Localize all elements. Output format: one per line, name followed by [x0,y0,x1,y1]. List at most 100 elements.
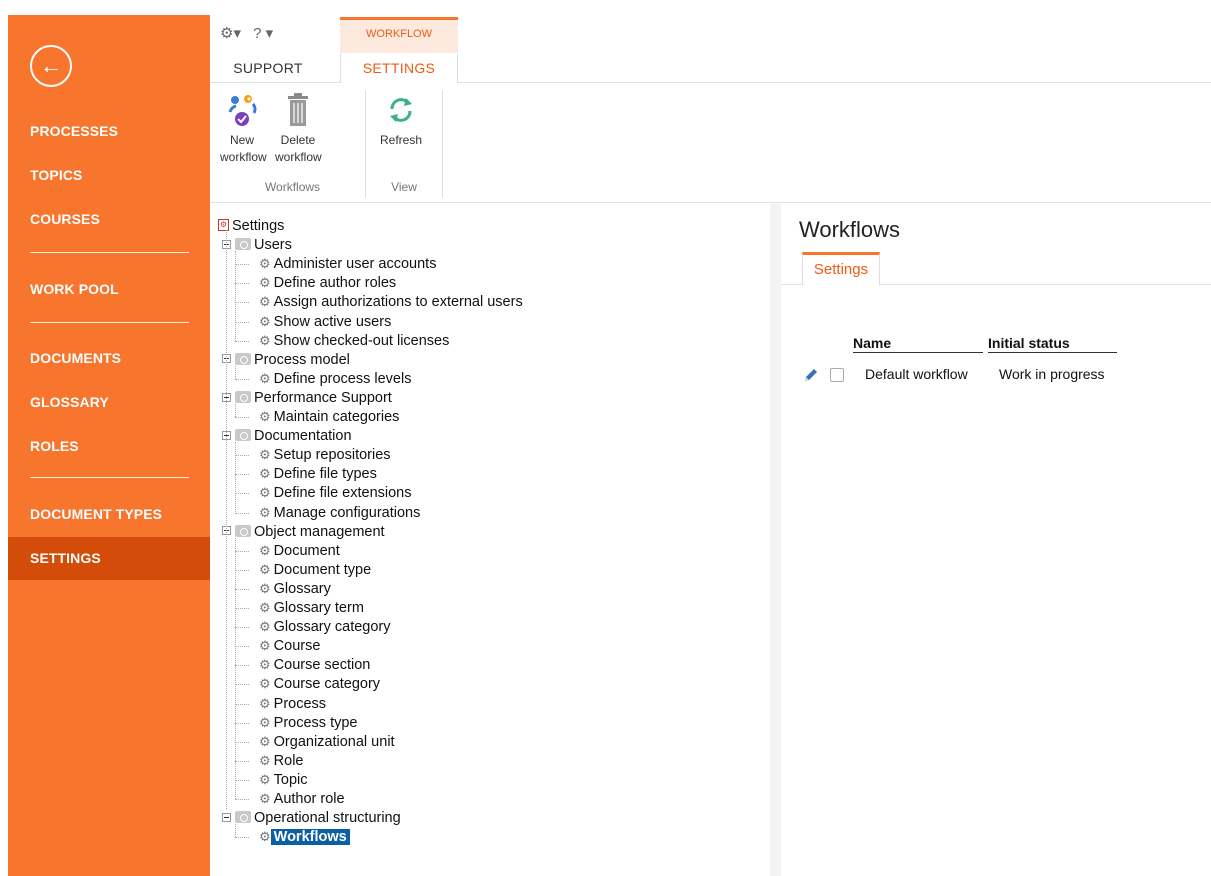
tree-item-label: Document type [273,561,372,578]
gear-icon: ⚙ [259,504,271,520]
refresh-label: Refresh [379,133,423,147]
tree-item-label: Show checked-out licenses [273,332,450,349]
back-arrow-icon[interactable]: ← [30,45,72,87]
gear-icon: ⚙ [259,733,271,749]
nav-divider [30,477,189,478]
gear-icon: ⚙ [259,580,271,596]
gear-icon: ⚙ [259,485,271,501]
tree-item[interactable]: ⚙ Process type [259,714,357,733]
settings-root-icon: ⚙ [218,219,229,232]
tree-item-label: Process [273,695,327,712]
help-dropdown-icon[interactable]: ? ▾ [253,25,273,42]
edit-pencil-icon[interactable] [803,367,819,383]
tree-item-label: Maintain categories [273,409,400,425]
tree-item[interactable]: ⚙ Show active users [259,313,391,332]
tree-item[interactable]: ⚙ Glossary category [259,618,391,637]
tree-folder[interactable]: Users [222,236,292,255]
tree-item[interactable]: ⚙ Define file types [259,465,377,484]
tree-item-label: Administer user accounts [273,256,437,273]
gear-icon: ⚙ [259,791,271,806]
nav-item-processes[interactable]: PROCESSES [8,113,210,149]
nav-item-topics[interactable]: TOPICS [8,157,210,193]
tree-item-selected: Workflows [270,829,350,846]
page-title: Workflows [799,217,901,242]
tree-item[interactable]: ⚙ Administer user accounts [259,255,436,274]
tree-folder-label: Users [254,237,292,254]
nav-item-roles[interactable]: ROLES [8,428,210,464]
tree-item-label: Organizational unit [273,733,395,750]
gear-dropdown-icon[interactable]: ⚙▾ [220,25,241,42]
collapse-icon[interactable] [222,812,231,822]
gear-icon: ⚙ [259,466,271,482]
nav-item-settings[interactable]: SETTINGS [8,537,210,580]
tree-item[interactable]: ⚙ Author role [259,790,345,809]
tree-item[interactable]: ⚙ Course [259,637,320,656]
tree-item-label: Define file types [273,466,377,483]
cell-initial-status: Work in progress [999,366,1105,382]
tree-item[interactable]: ⚙ Assign authorizations to external users [259,293,523,312]
tree-item[interactable]: ⚙ Document type [259,561,371,580]
tree-item[interactable]: ⚙ Role [259,752,303,771]
nav-divider [30,252,189,253]
nav-item-courses[interactable]: COURSES [8,201,210,237]
refresh-icon [390,98,412,122]
tab-settings[interactable]: SETTINGS [340,54,458,83]
tree-item[interactable]: ⚙ Topic [259,771,308,790]
tree-item[interactable]: ⚙ Course category [259,675,380,694]
tree-item[interactable]: ⚙ Show checked-out licenses [259,332,449,351]
column-header-name[interactable]: Name [853,335,983,353]
row-checkbox[interactable] [830,368,844,382]
ribbon: ⚙▾ ? ▾ WORKFLOW SUPPORT SETTINGS New wor… [210,0,1211,203]
cell-name[interactable]: Default workflow [865,366,968,382]
tree-item[interactable]: ⚙ Process [259,695,326,714]
gear-icon: ⚙ [259,256,271,272]
panel-splitter[interactable] [770,204,781,876]
gear-icon: ⚙ [259,657,271,673]
folder-icon [235,238,251,251]
nav-item-document-types[interactable]: DOCUMENT TYPES [8,496,210,532]
gear-icon: ⚙ [259,294,271,310]
tree-item[interactable]: ⚙ Define process levels [259,370,411,389]
tree-item[interactable]: ⚙ Define author roles [259,274,396,293]
new-workflow-button[interactable]: New workflow [220,92,267,166]
tree-item-label: Define author roles [273,275,397,292]
group-label-view: View [391,180,417,194]
tree-item-label: Course category [273,676,381,693]
tree-folder[interactable]: Object management [222,523,385,542]
tree-item[interactable]: ⚙ Define file extensions [259,484,411,503]
tree-item-label: Define file extensions [273,485,412,502]
tree-item-label: Glossary term [273,600,364,616]
tree-folder[interactable]: Documentation [222,427,352,446]
tab-settings-sub[interactable]: Settings [802,252,880,285]
column-header-initial-status[interactable]: Initial status [988,335,1117,353]
tree-item[interactable]: ⚙ Workflows [259,828,350,847]
refresh-button[interactable]: Refresh [376,92,426,149]
tab-support[interactable]: SUPPORT [220,54,316,83]
tree-folder[interactable]: Process model [222,351,350,370]
tree-item[interactable]: ⚙ Document [259,542,340,561]
tree-folder-label: Process model [254,351,350,368]
tree-root[interactable]: ⚙ Settings [218,217,284,236]
settings-tree: ⚙ Settings Users ⚙ Administer user accounts ⚙… [218,217,768,867]
gear-icon: ⚙ [259,542,271,558]
nav-item-work-pool[interactable]: WORK POOL [8,271,210,307]
tree-item-label: Assign authorizations to external users [273,294,523,311]
tree-item[interactable]: ⚙ Glossary term [259,599,364,618]
tree-folder-label: Object management [254,523,385,540]
gear-icon: ⚙ [259,714,271,730]
tree-item-label: Show active users [273,313,392,330]
delete-workflow-button[interactable]: Delete workflow [275,92,322,166]
tree-item-label: Role [273,752,304,769]
tree-item[interactable]: ⚙ Setup repositories [259,446,391,465]
tree-item[interactable]: ⚙ Course section [259,656,370,675]
tree-folder[interactable]: Operational structuring [222,809,401,828]
nav-item-glossary[interactable]: GLOSSARY [8,384,210,420]
tree-folder[interactable]: Performance Support [222,389,392,408]
tree-item[interactable]: ⚙ Organizational unit [259,733,395,752]
tree-item[interactable]: ⚙ Manage configurations [259,504,420,523]
trash-icon [288,93,308,126]
tree-item[interactable]: ⚙ Glossary [259,580,331,599]
tree-item[interactable]: ⚙ Maintain categories [259,408,399,427]
nav-item-documents[interactable]: DOCUMENTS [8,340,210,376]
tree-root-label: Settings [232,218,285,234]
